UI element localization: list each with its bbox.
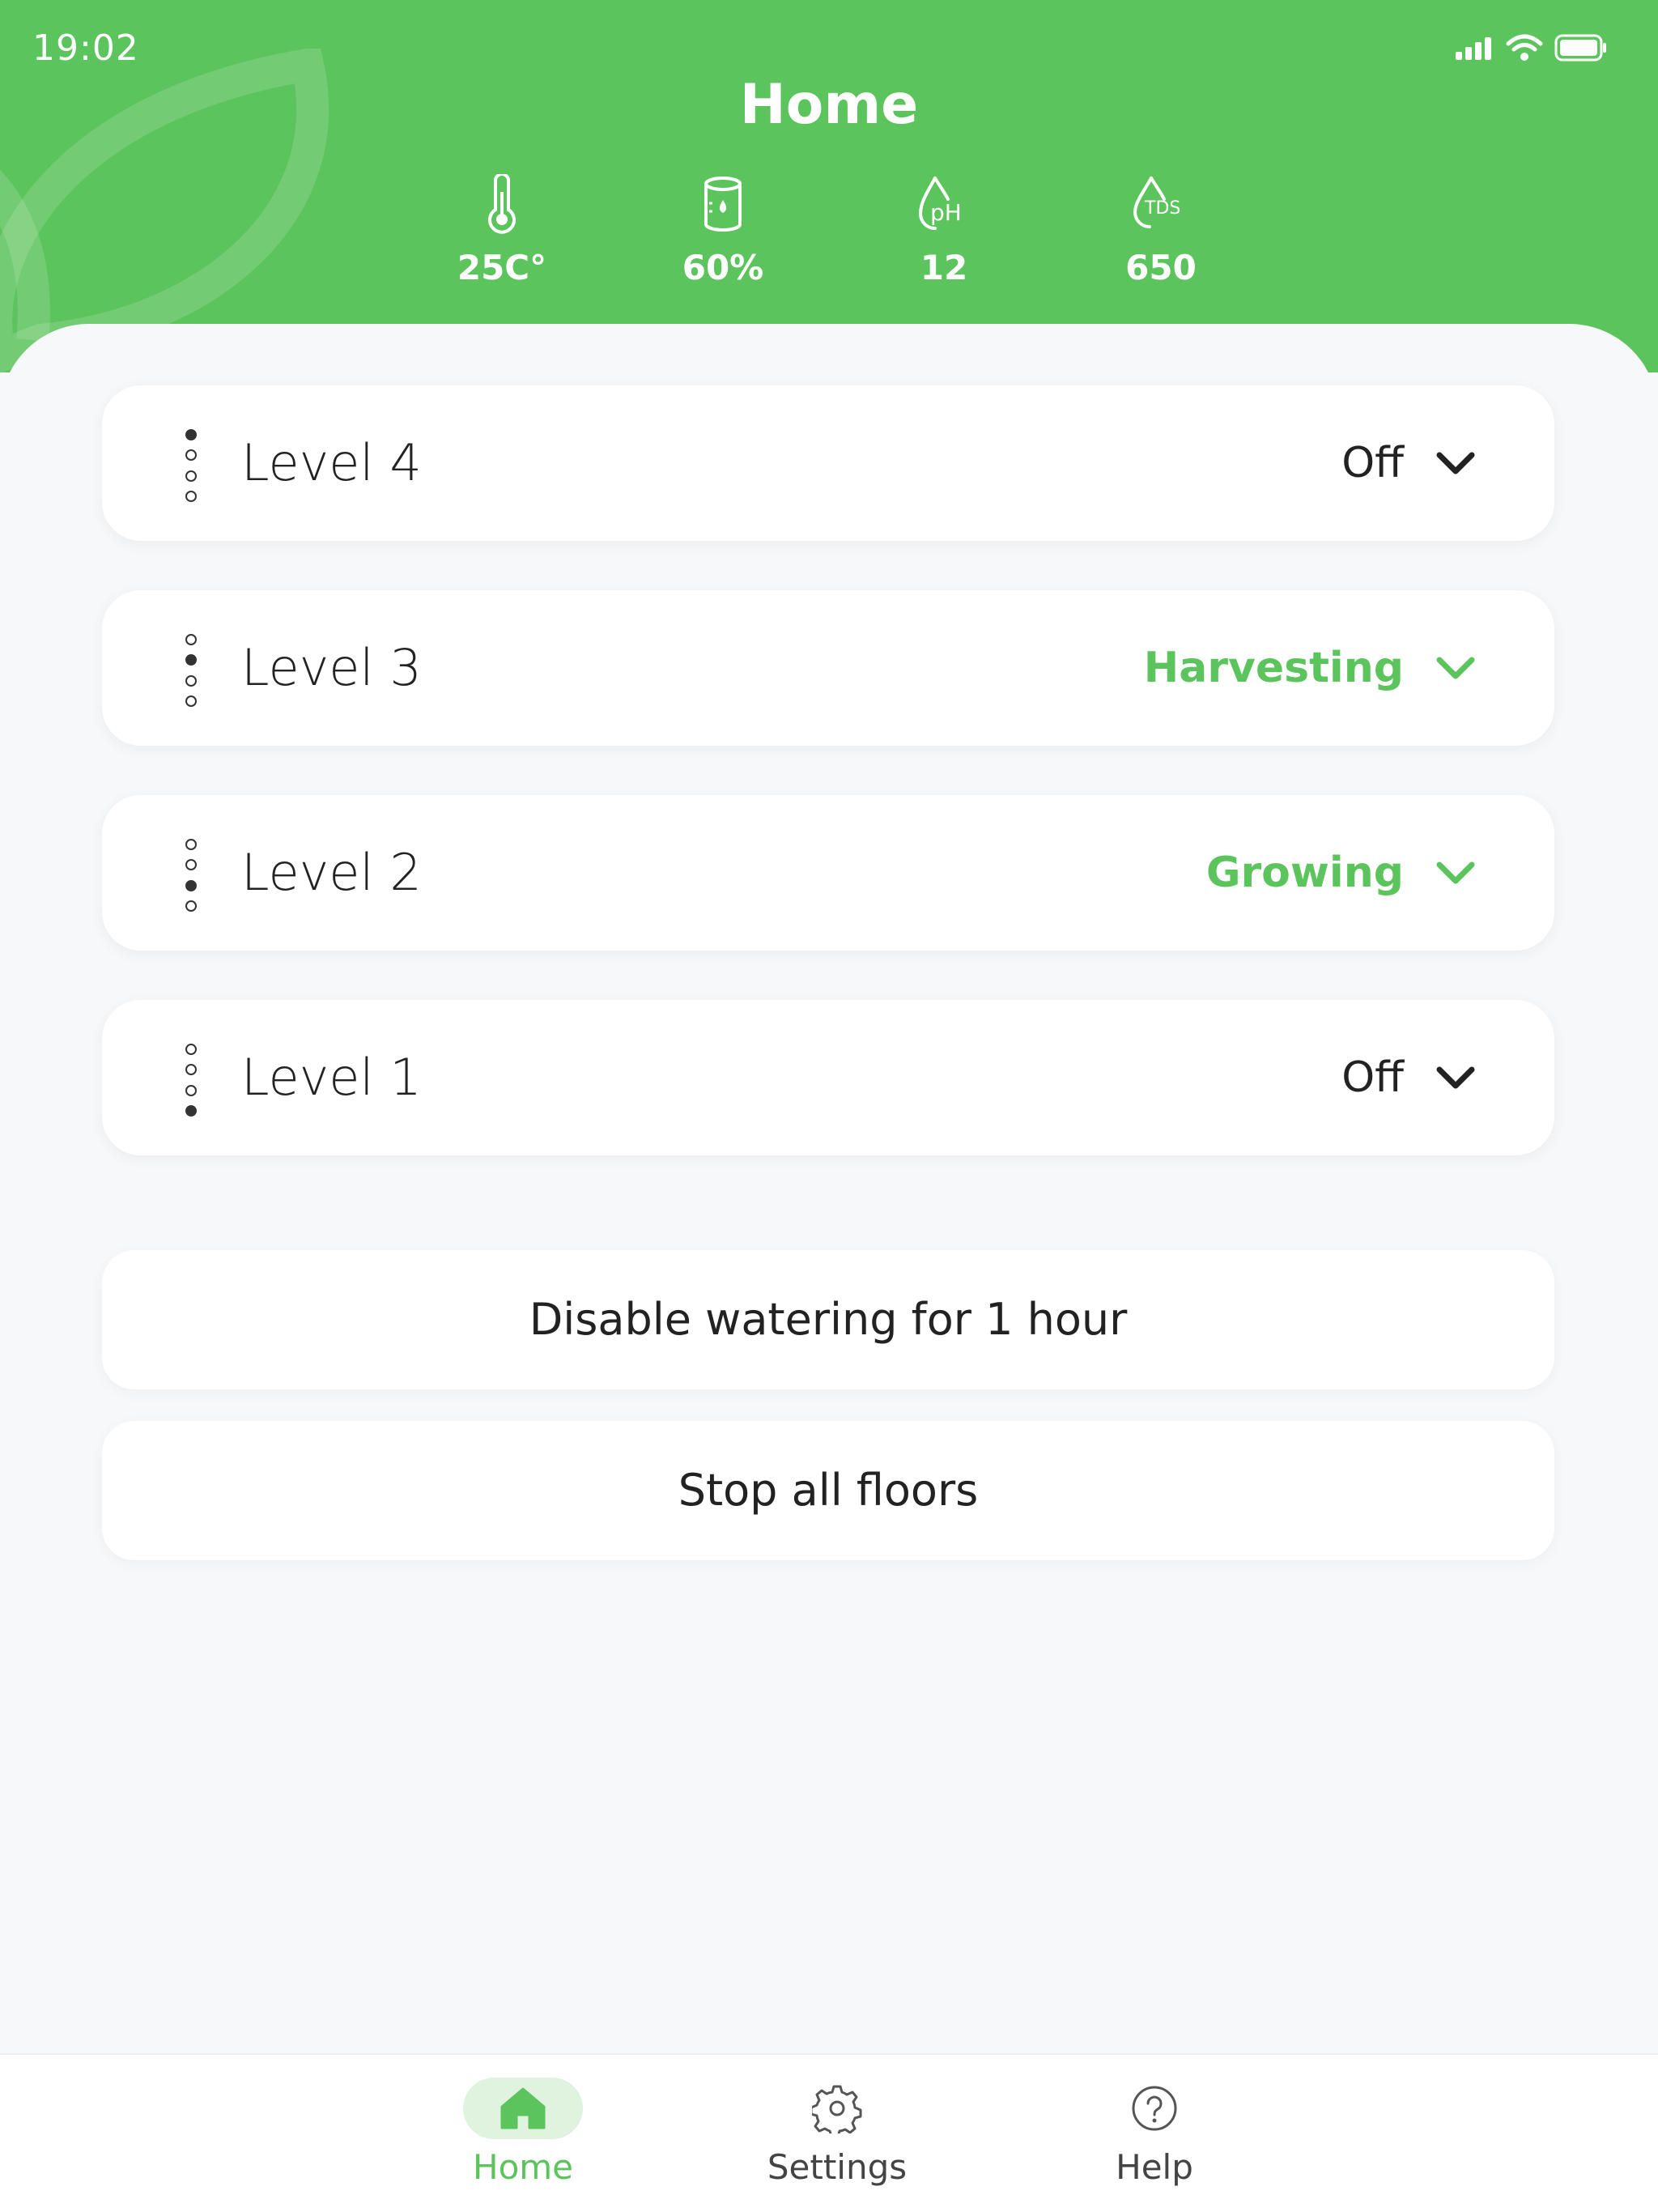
metric-temperature: 25C° — [421, 172, 583, 287]
level-card-3[interactable]: Level 3 Harvesting — [102, 590, 1554, 746]
tab-label: Settings — [767, 2147, 908, 2187]
level-card-4[interactable]: Level 4 Off — [102, 385, 1554, 541]
status-icons — [1456, 34, 1608, 62]
level-position-indicator — [181, 1044, 201, 1117]
level-dot — [185, 490, 197, 502]
help-icon — [1132, 2086, 1177, 2131]
level-dot — [185, 859, 197, 871]
metric-ph: pH 12 — [863, 172, 1025, 287]
page-title: Home — [739, 73, 919, 137]
battery-icon — [1554, 34, 1606, 62]
chevron-down-icon[interactable] — [1435, 853, 1477, 892]
tab-settings[interactable]: Settings — [716, 2055, 959, 2212]
metric-water-level: 60% — [642, 172, 804, 287]
tab-bar: Home Settings Help — [0, 2053, 1658, 2212]
level-dot — [185, 900, 197, 912]
level-name: Level 2 — [241, 843, 422, 902]
level-dot — [185, 839, 197, 850]
metric-value: 60% — [682, 248, 764, 287]
header: 19:02 Home 25C° 60% pH 12 TDS 650 — [0, 0, 1658, 372]
level-card-1[interactable]: Level 1 Off — [102, 1000, 1554, 1155]
ph-drop-icon: pH — [918, 177, 962, 230]
level-dot — [185, 654, 197, 666]
metric-value: 650 — [1125, 248, 1197, 287]
disable-watering-button[interactable]: Disable watering for 1 hour — [102, 1250, 1554, 1389]
wifi-icon — [1506, 34, 1543, 61]
metric-value: 12 — [920, 248, 968, 287]
level-card-2[interactable]: Level 2 Growing — [102, 795, 1554, 951]
level-status: Off — [1341, 1053, 1404, 1102]
level-dot — [185, 449, 197, 462]
level-name: Level 3 — [241, 638, 422, 697]
tab-label: Help — [1116, 2147, 1193, 2187]
water-tank-icon — [704, 177, 742, 232]
level-dot — [185, 1064, 197, 1076]
level-name: Level 1 — [241, 1048, 422, 1107]
chevron-down-icon[interactable] — [1435, 444, 1477, 483]
metric-value: 25C° — [457, 248, 547, 287]
level-dot — [185, 634, 197, 645]
chevron-down-icon[interactable] — [1435, 649, 1477, 687]
level-dot — [185, 674, 197, 687]
svg-text:TDS: TDS — [1144, 198, 1180, 219]
chevron-down-icon[interactable] — [1435, 1058, 1477, 1097]
level-name: Level 4 — [241, 433, 422, 492]
tab-help[interactable]: Help — [1033, 2055, 1276, 2212]
signal-icon — [1456, 37, 1491, 60]
svg-text:pH: pH — [930, 199, 962, 226]
tab-label: Home — [472, 2147, 574, 2187]
level-position-indicator — [181, 429, 201, 502]
level-dot — [185, 1104, 197, 1117]
level-status: Harvesting — [1143, 644, 1404, 692]
level-position-indicator — [181, 839, 201, 912]
level-status: Growing — [1205, 849, 1404, 897]
app-screen: 19:02 Home 25C° 60% pH 12 TDS 650 Level … — [0, 0, 1658, 2212]
main-content: Level 4 Off Level 3 Harvesting Level 2 G… — [0, 324, 1658, 2057]
tds-drop-icon: TDS — [1133, 177, 1180, 228]
level-dot — [185, 695, 197, 707]
level-dot — [185, 1044, 197, 1055]
gear-icon — [812, 2085, 862, 2133]
stop-all-floors-button[interactable]: Stop all floors — [102, 1421, 1554, 1560]
level-dot — [185, 879, 197, 891]
home-icon — [500, 2087, 546, 2129]
level-position-indicator — [181, 634, 201, 707]
tab-home[interactable]: Home — [402, 2055, 644, 2212]
status-time: 19:02 — [32, 28, 139, 69]
thermometer-icon — [488, 174, 516, 234]
metric-tds: TDS 650 — [1080, 172, 1242, 287]
level-dot — [185, 1084, 197, 1096]
level-status: Off — [1341, 439, 1404, 487]
level-dot — [185, 470, 197, 482]
level-dot — [185, 429, 197, 440]
